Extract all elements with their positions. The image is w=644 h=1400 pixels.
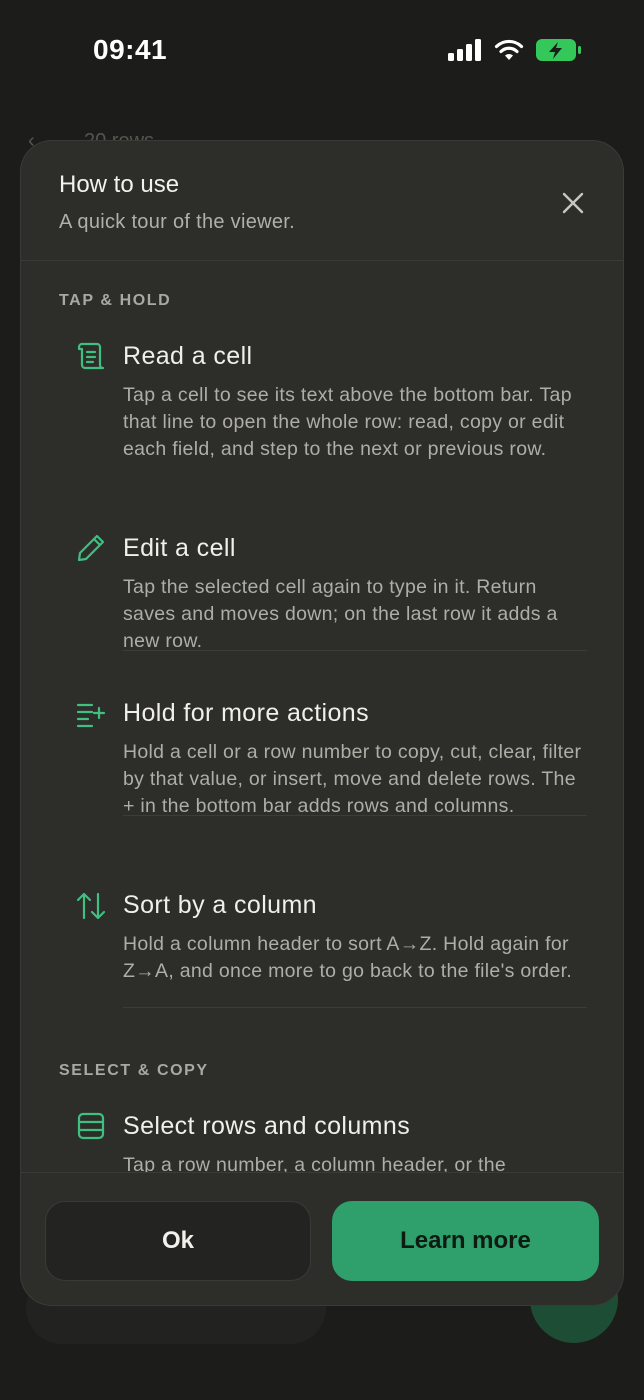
item-title-hold-actions: Hold for more actions: [123, 699, 369, 727]
item-body-read-cell: Tap a cell to see its text above the bot…: [123, 384, 572, 460]
dialog-subtitle: A quick tour of the viewer.: [59, 211, 296, 233]
scroll-icon: [77, 342, 105, 370]
sort-arrows-icon: [76, 892, 106, 920]
battery-charging-icon: [536, 39, 581, 61]
item-title-select-rows: Select rows and columns: [123, 1112, 411, 1140]
dialog-content[interactable]: TAP & HOLD Read a cell Tap a cell to see…: [21, 262, 623, 1172]
item-body-sort-column: Hold a column header to sort A→Z. Hold a…: [123, 933, 573, 982]
section-label-select-copy: SELECT & COPY: [59, 1062, 209, 1079]
cellular-signal-icon: [448, 39, 481, 61]
item-body-edit-cell: Tap the selected cell again to type in i…: [123, 576, 558, 652]
dialog-header: How to use A quick tour of the viewer.: [21, 141, 623, 261]
section-label-tap-hold: TAP & HOLD: [59, 292, 172, 309]
item-title-read-cell: Read a cell: [123, 342, 253, 370]
how-to-use-dialog: How to use A quick tour of the viewer. T…: [20, 140, 624, 1306]
status-time: 09:41: [93, 34, 168, 65]
item-body-hold-actions: Hold a cell or a row number to copy, cut…: [123, 741, 582, 817]
learn-more-button[interactable]: Learn more: [332, 1201, 599, 1281]
dialog-footer: Ok Learn more: [21, 1172, 623, 1305]
item-title-sort-column: Sort by a column: [123, 891, 317, 919]
item-title-edit-cell: Edit a cell: [123, 534, 236, 562]
wifi-icon: [494, 39, 524, 60]
divider: [123, 1007, 587, 1008]
pencil-icon: [77, 534, 105, 562]
list-add-icon: [76, 703, 106, 728]
rows-icon: [77, 1112, 105, 1140]
status-bar: 09:41: [0, 0, 644, 100]
item-body-select-rows: Tap a row number, a column header, or th…: [123, 1154, 507, 1172]
status-icons: [448, 38, 582, 62]
dialog-title: How to use: [59, 171, 180, 198]
close-icon[interactable]: [559, 189, 587, 217]
ok-button[interactable]: Ok: [45, 1201, 311, 1281]
